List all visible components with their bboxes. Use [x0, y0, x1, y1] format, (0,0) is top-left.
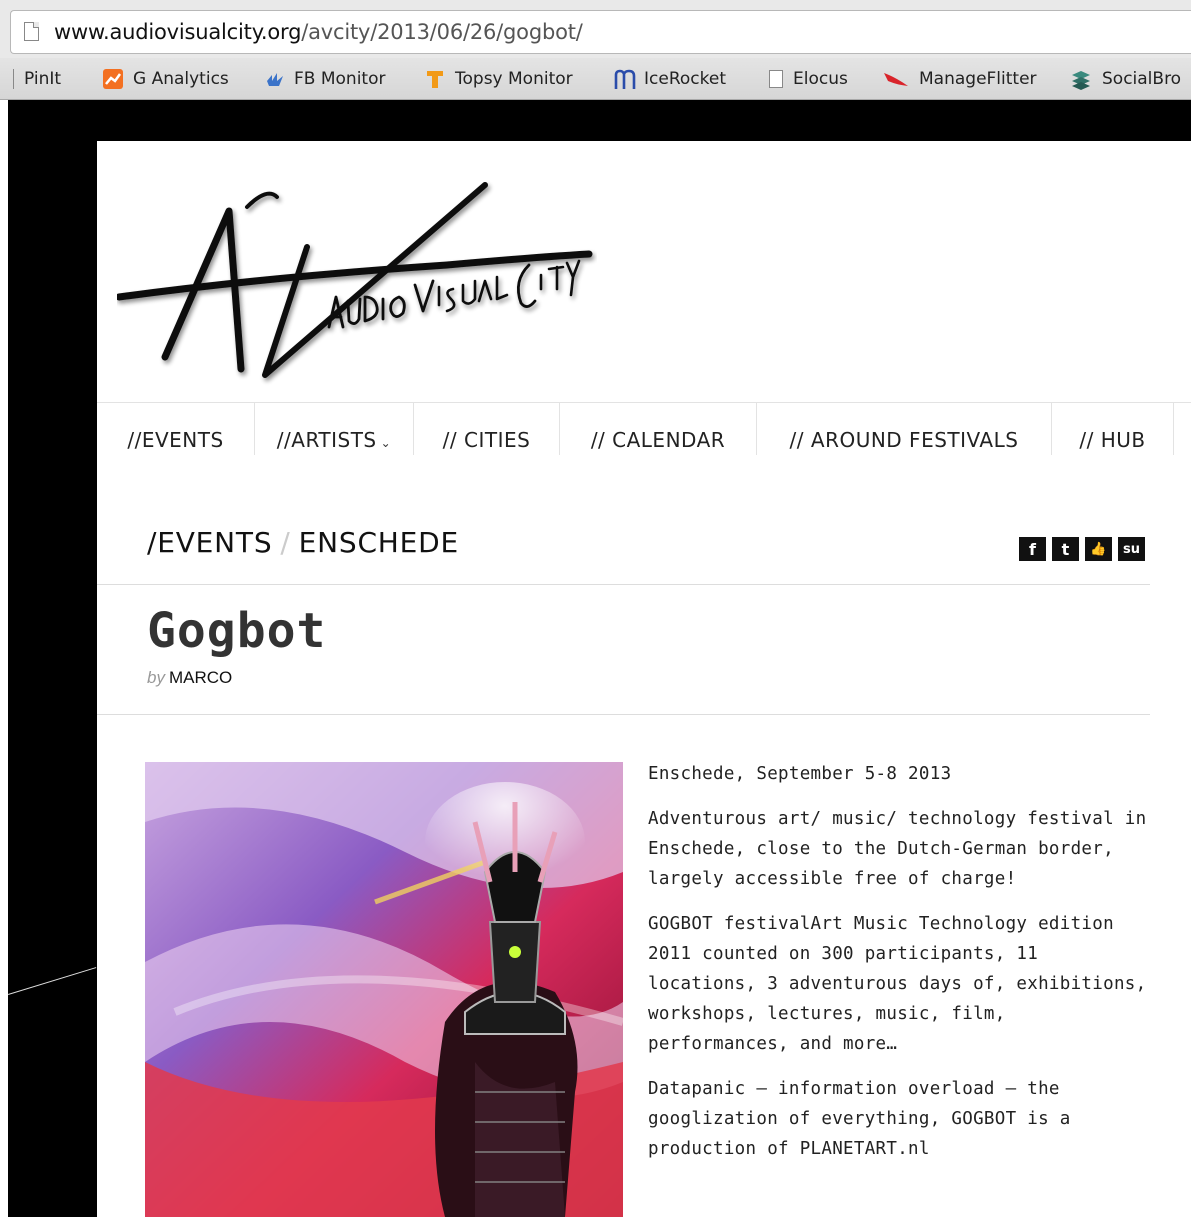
- bookmark-pinit[interactable]: PinIt: [6, 58, 62, 99]
- post-paragraph: Datapanic – information overload – the g…: [648, 1079, 1071, 1159]
- stumbleupon-icon[interactable]: su: [1118, 537, 1145, 561]
- bookmark-manageflitter[interactable]: ManageFlitter: [883, 58, 1037, 99]
- bookmark-socialbro[interactable]: SocialBro: [1070, 58, 1182, 99]
- bookmark-elocus[interactable]: Elocus: [769, 58, 848, 99]
- bookmarks-bar: PinIt G Analytics FB Monitor Topsy Monit…: [0, 58, 1191, 100]
- breadcrumb-separator: /: [280, 526, 291, 559]
- bookmark-label: SocialBro: [1102, 69, 1182, 89]
- analytics-icon: [103, 69, 123, 89]
- nav-label: // AROUND FESTIVALS: [789, 428, 1019, 452]
- breadcrumb: /EVENTS / ENSCHEDE: [147, 526, 459, 559]
- page-icon: [6, 69, 14, 89]
- main-nav: //EVENTS //ARTISTS ⌄ // CITIES // CALENDA…: [97, 402, 1191, 455]
- url-path: /avcity/2013/06/26/gogbot/: [301, 20, 583, 44]
- url-domain: www.audiovisualcity.org: [54, 20, 302, 44]
- nav-label: // CALENDAR: [590, 428, 726, 452]
- by-label: by: [147, 668, 165, 687]
- bookmark-fb-monitor[interactable]: FB Monitor: [264, 58, 386, 99]
- post-paragraph: Adventurous art/ music/ technology festi…: [648, 809, 1147, 889]
- twitter-icon[interactable]: t: [1052, 537, 1079, 561]
- facebook-icon[interactable]: f: [1019, 537, 1046, 561]
- site-logo[interactable]: [115, 177, 597, 387]
- post-paragraph: Enschede, September 5-8 2013: [648, 764, 952, 784]
- topsy-icon: [425, 69, 445, 89]
- post-body: Enschede, September 5-8 2013 Adventurous…: [648, 759, 1148, 1179]
- manageflitter-icon: [883, 69, 909, 89]
- post-paragraph: GOGBOT festivalArt Music Technology edit…: [648, 914, 1147, 1054]
- share-label: 👍: [1090, 541, 1107, 557]
- chevron-down-icon: ⌄: [380, 436, 392, 450]
- bookmark-label: Elocus: [793, 69, 848, 89]
- divider: [97, 584, 1150, 585]
- bookmark-label: ManageFlitter: [919, 69, 1037, 89]
- nav-cities[interactable]: // CITIES: [414, 403, 560, 455]
- nav-label: //EVENTS: [127, 428, 224, 452]
- divider: [97, 714, 1150, 715]
- nav-calendar[interactable]: // CALENDAR: [560, 403, 757, 455]
- event-photo: [145, 762, 623, 1217]
- nav-around-festivals[interactable]: // AROUND FESTIVALS: [757, 403, 1052, 455]
- nav-hub[interactable]: // HUB: [1052, 403, 1174, 455]
- bookmark-label: Topsy Monitor: [455, 69, 573, 89]
- browser-address-bar: www.audiovisualcity.org/avcity/2013/06/2…: [0, 0, 1191, 58]
- nav-artists[interactable]: //ARTISTS ⌄: [255, 403, 414, 455]
- nav-label: // HUB: [1079, 428, 1146, 452]
- share-label: su: [1123, 541, 1140, 557]
- breadcrumb-current[interactable]: ENSCHEDE: [299, 526, 459, 559]
- post-title: Gogbot: [147, 603, 327, 659]
- url-text[interactable]: www.audiovisualcity.org/avcity/2013/06/2…: [54, 20, 583, 44]
- nav-label: //ARTISTS: [276, 428, 377, 452]
- like-icon[interactable]: 👍: [1085, 537, 1112, 561]
- page-left-edge: [0, 100, 8, 1217]
- bookmark-label: PinIt: [24, 69, 62, 89]
- decorative-line: [8, 967, 97, 995]
- page-icon: [769, 70, 783, 88]
- bookmark-g-analytics[interactable]: G Analytics: [103, 58, 229, 99]
- share-label: t: [1061, 539, 1070, 559]
- bookmark-label: G Analytics: [133, 69, 229, 89]
- bookmark-label: FB Monitor: [294, 69, 386, 89]
- bookmark-label: IceRocket: [644, 69, 726, 89]
- share-label: f: [1029, 539, 1036, 559]
- breadcrumb-section[interactable]: /EVENTS: [147, 526, 272, 559]
- nav-label: // CITIES: [442, 428, 531, 452]
- page-container: //EVENTS //ARTISTS ⌄ // CITIES // CALENDA…: [97, 141, 1191, 1217]
- author-link[interactable]: MARCO: [169, 668, 232, 687]
- page-icon: [24, 22, 39, 41]
- socialbro-icon: [1070, 69, 1092, 90]
- byline: by MARCO: [147, 668, 232, 688]
- bookmark-topsy-monitor[interactable]: Topsy Monitor: [425, 58, 573, 99]
- fb-monitor-icon: [264, 69, 284, 89]
- bookmark-icerocket[interactable]: IceRocket: [614, 58, 726, 99]
- share-buttons: f t 👍 su: [1019, 537, 1145, 561]
- icerocket-icon: [614, 69, 636, 89]
- nav-events[interactable]: //EVENTS: [97, 403, 255, 455]
